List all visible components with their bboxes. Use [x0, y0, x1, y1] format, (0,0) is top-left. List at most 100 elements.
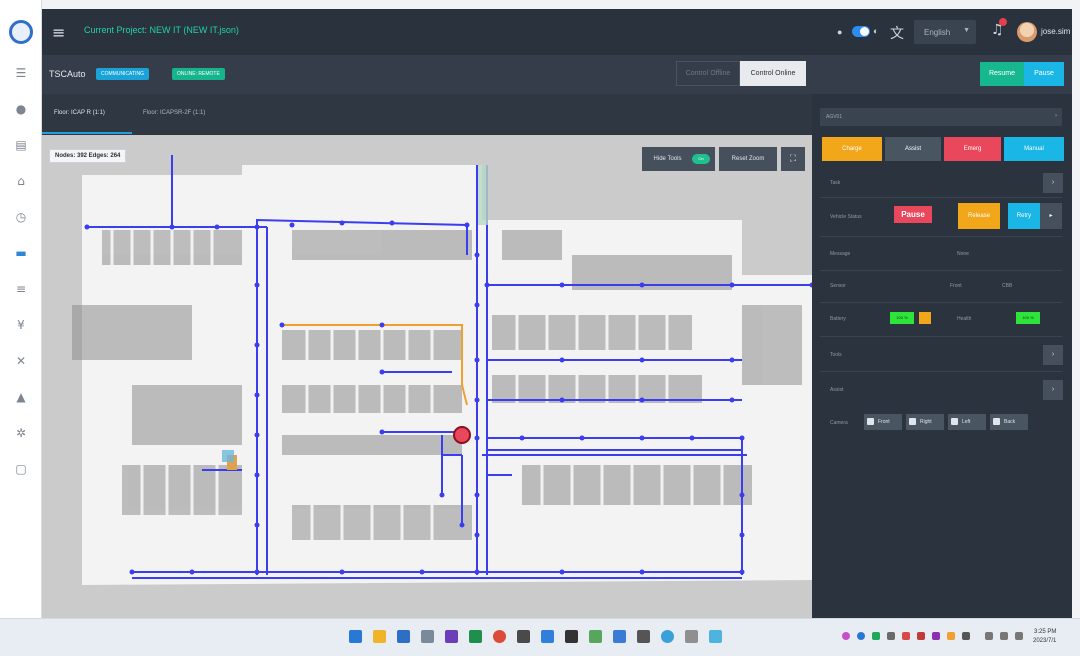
- charge-button[interactable]: Charge: [822, 137, 882, 161]
- chevron-right-icon: ›: [1055, 113, 1057, 119]
- project-title: Current Project: NEW IT (NEW IT.json): [84, 25, 239, 35]
- avatar[interactable]: [1017, 22, 1037, 42]
- release-button[interactable]: Release: [958, 203, 1000, 229]
- app-icon[interactable]: [469, 630, 482, 643]
- retry-button[interactable]: Retry: [1008, 203, 1040, 229]
- tray-icon[interactable]: [962, 632, 970, 640]
- divider: [820, 336, 1062, 337]
- retry-dropdown-icon[interactable]: ▸: [1040, 203, 1062, 229]
- reset-zoom-button[interactable]: Reset Zoom: [719, 147, 777, 171]
- hide-tools-toggle[interactable]: On: [692, 154, 710, 164]
- camera-left-button[interactable]: Left: [948, 414, 986, 430]
- vehicle-marker[interactable]: [453, 426, 471, 444]
- tray-icon[interactable]: [857, 632, 865, 640]
- chevron-down-icon: ▼: [963, 27, 970, 34]
- clock-date: 2023/7/1: [1033, 638, 1057, 644]
- tray-icon[interactable]: [947, 632, 955, 640]
- clock-icon[interactable]: ◷: [14, 210, 28, 224]
- taskbar-clock[interactable]: 3:25 PM 2023/7/1: [1033, 628, 1056, 646]
- tools-expand-button[interactable]: ›: [1043, 345, 1063, 365]
- tab-floor-2[interactable]: Floor: ICAPSR-2F (1:1): [143, 110, 205, 116]
- assist-expand-button[interactable]: ›: [1043, 380, 1063, 400]
- status-badge-communicating: COMMUNICATING: [96, 68, 149, 80]
- clock-time: 3:25 PM: [1034, 629, 1057, 635]
- vehicle-select-value: AGV01: [826, 114, 843, 120]
- app-icon[interactable]: [613, 630, 626, 643]
- vehicle-status-badge: Pause: [894, 206, 932, 223]
- start-icon[interactable]: [349, 630, 362, 643]
- home-icon[interactable]: ⌂: [14, 174, 28, 188]
- tray-icon[interactable]: [902, 632, 910, 640]
- chrome-icon[interactable]: [493, 630, 506, 643]
- app-icon[interactable]: [421, 630, 434, 643]
- wifi-icon[interactable]: [985, 632, 993, 640]
- app-icon[interactable]: [709, 630, 722, 643]
- divider: [820, 270, 1062, 271]
- app-icon[interactable]: [517, 630, 530, 643]
- tray-icon[interactable]: [917, 632, 925, 640]
- app-icon[interactable]: [685, 630, 698, 643]
- tray-icon[interactable]: [872, 632, 880, 640]
- app-icon[interactable]: [637, 630, 650, 643]
- app-icon[interactable]: [589, 630, 602, 643]
- theme-light-icon: ●: [837, 27, 843, 37]
- battery-icon[interactable]: [1015, 632, 1023, 640]
- app-icon[interactable]: [661, 630, 674, 643]
- tools-icon[interactable]: ✕: [14, 354, 28, 368]
- battery-badge: 100 %: [890, 312, 914, 324]
- message-label: Message: [830, 251, 851, 257]
- file-icon[interactable]: ▢: [14, 462, 28, 476]
- camera-back-button[interactable]: Back: [990, 414, 1028, 430]
- camera-right-button[interactable]: Right: [906, 414, 944, 430]
- pause-button[interactable]: Pause: [1024, 62, 1064, 86]
- volume-icon[interactable]: [1000, 632, 1008, 640]
- translate-icon[interactable]: 文: [890, 23, 904, 43]
- tools-label: Tools: [830, 352, 842, 358]
- dashboard-icon[interactable]: ☰: [14, 66, 28, 80]
- tray-icon[interactable]: [887, 632, 895, 640]
- tray-icon[interactable]: [932, 632, 940, 640]
- status-badge-online: ONLINE: REMOTE: [172, 68, 225, 80]
- map-canvas[interactable]: [42, 135, 812, 618]
- camera-front-button[interactable]: Front: [864, 414, 902, 430]
- vehicle-icon[interactable]: ▬: [14, 246, 28, 260]
- vscode-icon[interactable]: [541, 630, 554, 643]
- theme-dark-icon: ◐: [873, 26, 879, 36]
- control-offline-button[interactable]: Control Offline: [676, 61, 740, 86]
- vehicle-status-label: Vehicle Status: [830, 214, 862, 220]
- tray-icon[interactable]: [842, 632, 850, 640]
- hamburger-menu-icon[interactable]: ≡: [52, 23, 65, 42]
- floor-tabs: Floor: ICAP R (1:1) Floor: ICAPSR-2F (1:…: [42, 94, 812, 135]
- charging-icon: [919, 312, 931, 324]
- fullscreen-icon[interactable]: ⛶: [781, 147, 805, 171]
- resume-button[interactable]: Resume: [980, 62, 1024, 86]
- notification-badge: [999, 18, 1007, 26]
- task-expand-button[interactable]: ›: [1043, 173, 1063, 193]
- theme-toggle[interactable]: [852, 26, 870, 37]
- floor-map[interactable]: Nodes: 392 Edges: 264 Hide Tools On Rese…: [42, 135, 812, 618]
- app-icon[interactable]: [445, 630, 458, 643]
- camera-label: Camera: [830, 420, 848, 426]
- control-online-button[interactable]: Control Online: [740, 61, 806, 86]
- file-explorer-icon[interactable]: [373, 630, 386, 643]
- user-name[interactable]: jose.sim: [1041, 27, 1070, 36]
- app-logo: [9, 20, 33, 44]
- language-select[interactable]: English ▼: [914, 20, 976, 44]
- location-pin-icon[interactable]: ●: [14, 102, 28, 116]
- assist-button[interactable]: Assist: [885, 137, 941, 161]
- sensor-icon[interactable]: ¥: [14, 318, 28, 332]
- tab-floor-1[interactable]: Floor: ICAP R (1:1): [54, 110, 105, 116]
- settings-icon[interactable]: ✲: [14, 426, 28, 440]
- manual-button[interactable]: Manual: [1004, 137, 1064, 161]
- sensor-value-front: Front: [950, 283, 962, 289]
- document-icon[interactable]: ▤: [14, 138, 28, 152]
- node-edge-counts: Nodes: 392 Edges: 264: [49, 149, 127, 163]
- app-icon[interactable]: [397, 630, 410, 643]
- terminal-icon[interactable]: [565, 630, 578, 643]
- list-icon[interactable]: ≡: [14, 282, 28, 296]
- warning-icon[interactable]: ▲: [14, 390, 28, 404]
- vehicle-select[interactable]: AGV01 ›: [820, 108, 1062, 126]
- emerg-button[interactable]: Emerg: [944, 137, 1001, 161]
- hide-tools-button[interactable]: Hide Tools On: [642, 147, 715, 171]
- message-value: None: [957, 251, 969, 257]
